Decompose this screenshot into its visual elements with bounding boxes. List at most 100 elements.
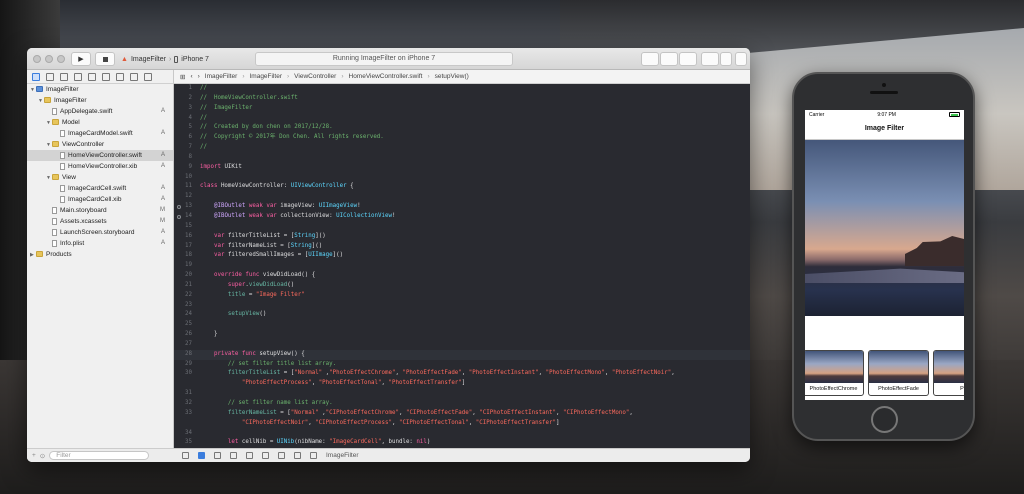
code-line[interactable]: 10 xyxy=(174,173,750,183)
code-line[interactable]: 4 // xyxy=(174,114,750,124)
step-over-icon[interactable] xyxy=(230,452,237,459)
source-control-icon[interactable] xyxy=(46,72,54,81)
file-item[interactable]: ImageCardCell.swift A xyxy=(27,183,173,194)
code-line[interactable]: 6 // Copyright © 2017年 Don Chen. All righ… xyxy=(174,133,750,143)
file-item[interactable]: Main.storyboard M xyxy=(27,205,173,216)
code-line[interactable]: 3 // ImageFilter xyxy=(174,104,750,114)
code-line[interactable]: 18 var filteredSmallImages = [UIImage]() xyxy=(174,251,750,261)
code-line[interactable]: 11 class HomeViewController: UIViewContro… xyxy=(174,182,750,192)
version-editor-button[interactable] xyxy=(679,52,697,66)
code-line[interactable]: 26 } xyxy=(174,330,750,340)
file-item[interactable]: ImageCardModel.swift A xyxy=(27,128,173,139)
code-line[interactable]: 13 @IBOutlet weak var imageView: UIImage… xyxy=(174,202,750,212)
breadcrumb-item[interactable]: HomeViewController.swift xyxy=(349,73,423,80)
code-line[interactable]: 23 xyxy=(174,301,750,311)
code-line[interactable]: 31 xyxy=(174,389,750,399)
code-line[interactable]: 14 @IBOutlet weak var collectionView: UI… xyxy=(174,212,750,222)
code-line[interactable]: 9 import UIKit xyxy=(174,163,750,173)
group-item[interactable]: ▼ View xyxy=(27,172,173,183)
related-items-icon[interactable]: ⊞ xyxy=(180,73,185,81)
code-line[interactable]: 15 xyxy=(174,222,750,232)
breakpoint-icon[interactable] xyxy=(130,72,138,81)
breadcrumb-item[interactable]: ViewController xyxy=(294,73,336,80)
breadcrumb-item[interactable]: ImageFilter xyxy=(205,73,238,80)
code-line[interactable]: 16 var filterTitleList = [String]() xyxy=(174,232,750,242)
code-line[interactable]: "CIPhotoEffectNoir", "CIPhotoEffectProce… xyxy=(174,419,750,429)
group-item[interactable]: ▶ Products xyxy=(27,249,173,260)
code-line[interactable]: 34 xyxy=(174,429,750,439)
filter-card[interactable]: PhotoEffectFade xyxy=(868,350,929,396)
code-line[interactable]: 17 var filterNameList = [String]() xyxy=(174,242,750,252)
run-button[interactable]: ▶ xyxy=(71,52,91,66)
code-line[interactable]: 35 let cellNib = UINib(nibName: "ImageCa… xyxy=(174,438,750,448)
code-line[interactable]: 33 filterNameList = ["Normal" ,"CIPhotoE… xyxy=(174,409,750,419)
breakpoints-toggle-icon[interactable] xyxy=(198,452,205,459)
code-line[interactable]: 32 // set filter name list array. xyxy=(174,399,750,409)
symbol-icon[interactable] xyxy=(60,72,68,81)
code-line[interactable]: 21 super.viewDidLoad() xyxy=(174,281,750,291)
source-editor[interactable]: 1 // 2 // HomeViewController.swift 3 // Image… xyxy=(174,84,750,448)
code-line[interactable]: 24 setupView() xyxy=(174,310,750,320)
group-item[interactable]: ▼ ViewController xyxy=(27,139,173,150)
view-debugger-icon[interactable] xyxy=(278,452,285,459)
minimize-window-button[interactable] xyxy=(45,55,53,63)
code-line[interactable]: 27 xyxy=(174,340,750,350)
scheme-selector[interactable]: ▲ ImageFilter › iPhone 7 xyxy=(121,52,213,66)
group-item[interactable]: ▼ Model xyxy=(27,117,173,128)
filter-collection-view[interactable]: PhotoEffectChrome PhotoEffectFade Ph xyxy=(805,346,964,400)
group-item[interactable]: ▼ ImageFilter xyxy=(27,95,173,106)
code-line[interactable]: 7 // xyxy=(174,143,750,153)
add-icon[interactable]: + xyxy=(32,452,36,459)
file-item[interactable]: LaunchScreen.storyboard A xyxy=(27,227,173,238)
filter-card[interactable]: Ph xyxy=(933,350,964,396)
folder-icon[interactable] xyxy=(32,72,40,81)
code-line[interactable]: 22 title = "Image Filter" xyxy=(174,291,750,301)
hide-debug-area-icon[interactable] xyxy=(182,452,189,459)
assistant-editor-button[interactable] xyxy=(660,52,678,66)
code-line[interactable]: 25 xyxy=(174,320,750,330)
stop-button[interactable] xyxy=(95,52,115,66)
location-icon[interactable] xyxy=(310,452,317,459)
zoom-window-button[interactable] xyxy=(57,55,65,63)
code-line[interactable]: 19 xyxy=(174,261,750,271)
search-icon[interactable] xyxy=(74,72,82,81)
standard-editor-button[interactable] xyxy=(641,52,659,66)
warning-icon[interactable] xyxy=(88,72,96,81)
file-item[interactable]: ImageCardCell.xib A xyxy=(27,194,173,205)
file-item[interactable]: HomeViewController.swift A xyxy=(27,150,173,161)
home-button[interactable] xyxy=(871,406,898,433)
file-item[interactable]: Assets.xcassets M xyxy=(27,216,173,227)
filter-input[interactable]: Filter xyxy=(49,451,150,460)
toggle-utilities-button[interactable] xyxy=(735,52,747,66)
close-window-button[interactable] xyxy=(33,55,41,63)
file-item[interactable]: Info.plist A xyxy=(27,238,173,249)
group-item[interactable]: ▼ ImageFilter xyxy=(27,84,173,95)
filter-card[interactable]: PhotoEffectChrome xyxy=(805,350,864,396)
code-line[interactable]: 1 // xyxy=(174,84,750,94)
memory-graph-icon[interactable] xyxy=(294,452,301,459)
step-into-icon[interactable] xyxy=(246,452,253,459)
code-line[interactable]: 12 xyxy=(174,192,750,202)
code-line[interactable]: 30 filterTitleList = ["Normal" ,"PhotoEf… xyxy=(174,369,750,379)
test-icon[interactable] xyxy=(102,72,110,81)
report-icon[interactable] xyxy=(144,72,152,81)
code-line[interactable]: 2 // HomeViewController.swift xyxy=(174,94,750,104)
pause-icon[interactable] xyxy=(214,452,221,459)
step-out-icon[interactable] xyxy=(262,452,269,459)
file-item[interactable]: AppDelegate.swift A xyxy=(27,106,173,117)
code-line[interactable]: 20 override func viewDidLoad() { xyxy=(174,271,750,281)
code-line[interactable]: "PhotoEffectProcess", "PhotoEffectTonal"… xyxy=(174,379,750,389)
code-line[interactable]: 8 xyxy=(174,153,750,163)
file-item[interactable]: HomeViewController.xib A xyxy=(27,161,173,172)
debug-icon[interactable] xyxy=(116,72,124,81)
forward-icon[interactable]: › xyxy=(198,73,200,80)
code-line[interactable]: 29 // set filter title list array. xyxy=(174,360,750,370)
toggle-debug-area-button[interactable] xyxy=(720,52,732,66)
code-line[interactable]: 5 // Created by don chen on 2017/12/28. xyxy=(174,123,750,133)
toggle-navigator-button[interactable] xyxy=(701,52,719,66)
back-icon[interactable]: ‹ xyxy=(190,73,192,80)
breadcrumb-item[interactable]: ImageFilter xyxy=(249,73,282,80)
code-line[interactable]: 28 private func setupView() { xyxy=(174,349,750,360)
outlet-connection-icon[interactable] xyxy=(177,214,181,219)
breadcrumb-item[interactable]: setupView() xyxy=(435,73,469,80)
